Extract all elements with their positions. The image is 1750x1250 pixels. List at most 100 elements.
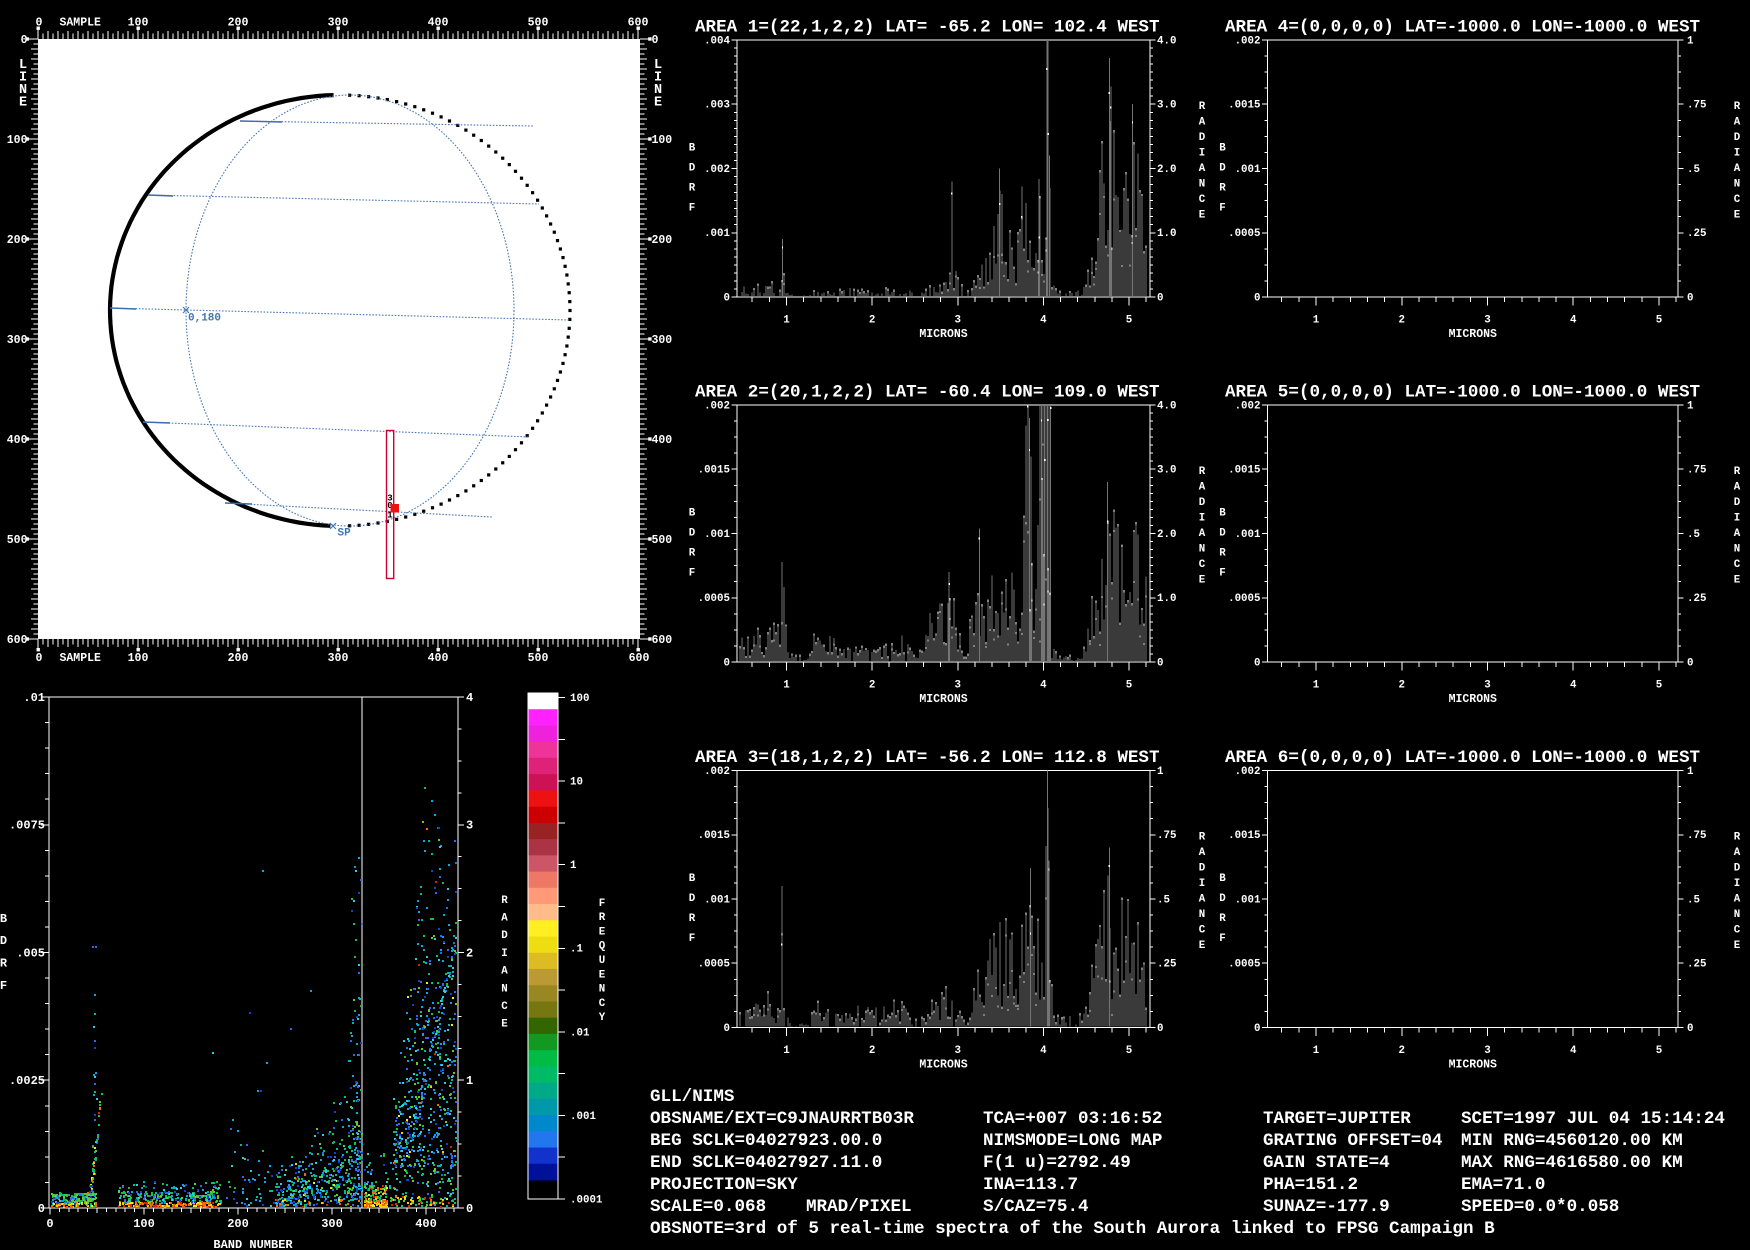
svg-text:400: 400 — [428, 17, 449, 30]
svg-text:I: I — [1734, 512, 1740, 524]
svg-text:.0015: .0015 — [698, 465, 730, 477]
svg-text:.1: .1 — [570, 944, 583, 956]
svg-text:.0015: .0015 — [1228, 830, 1260, 842]
svg-text:2: 2 — [1399, 1045, 1405, 1057]
svg-text:A: A — [501, 966, 508, 978]
svg-text:R: R — [1734, 831, 1741, 843]
svg-text:200: 200 — [652, 234, 673, 247]
svg-text:R: R — [1219, 182, 1226, 194]
svg-text:EMA=71.0: EMA=71.0 — [1461, 1175, 1545, 1195]
svg-text:500: 500 — [7, 534, 28, 547]
svg-text:5: 5 — [1126, 1045, 1132, 1057]
svg-text:END SCLK=04027927.11.0: END SCLK=04027927.11.0 — [650, 1153, 882, 1173]
svg-text:D: D — [1734, 862, 1741, 874]
svg-text:0: 0 — [46, 1217, 53, 1231]
svg-text:A: A — [1734, 893, 1741, 905]
svg-text:A: A — [1199, 528, 1206, 540]
svg-text:5: 5 — [1656, 315, 1662, 327]
svg-text:PHA=151.2: PHA=151.2 — [1263, 1175, 1358, 1195]
svg-text:C: C — [1199, 194, 1206, 206]
svg-text:GRATING OFFSET=04: GRATING OFFSET=04 — [1263, 1131, 1443, 1151]
svg-text:0: 0 — [1687, 657, 1693, 669]
svg-text:.75: .75 — [1687, 830, 1706, 842]
svg-text:0,180: 0,180 — [188, 313, 221, 325]
svg-text:GLL/NIMS: GLL/NIMS — [650, 1087, 735, 1107]
svg-text:E: E — [19, 96, 27, 111]
svg-text:100: 100 — [133, 1217, 155, 1231]
svg-text:A: A — [1199, 847, 1206, 859]
svg-text:0: 0 — [1687, 292, 1693, 304]
svg-text:0: 0 — [36, 17, 43, 30]
svg-text:U: U — [599, 955, 605, 967]
svg-text:.001: .001 — [704, 228, 730, 240]
svg-text:E: E — [599, 969, 606, 981]
svg-text:E: E — [599, 926, 606, 938]
svg-text:D: D — [1219, 893, 1226, 905]
svg-text:500: 500 — [652, 534, 673, 547]
svg-text:B: B — [1219, 142, 1226, 154]
svg-text:SP: SP — [338, 528, 352, 540]
svg-text:400: 400 — [428, 652, 449, 665]
svg-text:B: B — [689, 142, 696, 154]
svg-text:.5: .5 — [1687, 529, 1700, 541]
svg-text:OBSNAME/EXT=C9JNAURRTB03R: OBSNAME/EXT=C9JNAURRTB03R — [650, 1109, 914, 1129]
svg-text:F: F — [689, 202, 695, 214]
svg-text:SCALE=0.068: SCALE=0.068 — [650, 1197, 766, 1217]
svg-text:200: 200 — [228, 652, 249, 665]
svg-text:F: F — [599, 898, 605, 910]
svg-text:0: 0 — [1254, 1023, 1260, 1035]
svg-text:A: A — [1734, 481, 1741, 493]
svg-text:0: 0 — [724, 657, 730, 669]
svg-text:E: E — [1734, 940, 1741, 952]
svg-text:0: 0 — [652, 34, 659, 47]
svg-text:4: 4 — [1040, 1045, 1047, 1057]
svg-text:E: E — [501, 1019, 508, 1031]
svg-text:3: 3 — [955, 315, 961, 327]
svg-text:N: N — [501, 983, 507, 995]
svg-text:D: D — [689, 162, 696, 174]
svg-text:500: 500 — [528, 17, 549, 30]
svg-text:200: 200 — [228, 17, 249, 30]
svg-text:.001: .001 — [570, 1111, 596, 1123]
svg-text:0: 0 — [1254, 657, 1260, 669]
svg-text:F: F — [1219, 933, 1225, 945]
svg-text:B: B — [689, 507, 696, 519]
svg-text:.0005: .0005 — [1228, 228, 1260, 240]
svg-text:B: B — [689, 873, 696, 885]
svg-text:2: 2 — [1399, 680, 1405, 692]
svg-text:F(1 u)=2792.49: F(1 u)=2792.49 — [983, 1153, 1131, 1173]
svg-text:A: A — [1734, 116, 1741, 128]
svg-text:4: 4 — [1040, 680, 1047, 692]
svg-text:A: A — [1199, 481, 1206, 493]
svg-text:300: 300 — [652, 334, 673, 347]
svg-text:1: 1 — [1313, 680, 1320, 692]
svg-text:R: R — [1219, 913, 1226, 925]
svg-text:2: 2 — [869, 680, 875, 692]
svg-text:A: A — [1199, 893, 1206, 905]
svg-text:A: A — [501, 913, 508, 925]
svg-text:I: I — [1734, 147, 1740, 159]
svg-text:.0075: .0075 — [9, 819, 45, 833]
svg-text:1.0: 1.0 — [1157, 593, 1176, 605]
svg-text:S/CAZ=75.4: S/CAZ=75.4 — [983, 1197, 1089, 1217]
svg-text:R: R — [1199, 831, 1206, 843]
svg-text:2: 2 — [869, 315, 875, 327]
svg-text:5: 5 — [1656, 680, 1662, 692]
svg-text:.75: .75 — [1687, 465, 1706, 477]
svg-text:400: 400 — [7, 434, 28, 447]
svg-text:I: I — [1734, 878, 1740, 890]
svg-text:0: 0 — [1687, 1023, 1693, 1035]
svg-text:0: 0 — [724, 1023, 730, 1035]
svg-text:D: D — [1199, 497, 1206, 509]
svg-text:N: N — [1199, 178, 1205, 190]
svg-text:3: 3 — [955, 680, 961, 692]
svg-text:.5: .5 — [1687, 164, 1700, 176]
svg-text:B: B — [1219, 873, 1226, 885]
svg-text:AREA 4=(0,0,0,0) LAT=-1000.0 L: AREA 4=(0,0,0,0) LAT=-1000.0 LON=-1000.0… — [1225, 18, 1701, 38]
svg-text:0: 0 — [724, 292, 730, 304]
svg-text:D: D — [1219, 162, 1226, 174]
svg-text:.01: .01 — [23, 691, 45, 705]
svg-text:200: 200 — [227, 1217, 249, 1231]
svg-text:3: 3 — [1484, 315, 1490, 327]
svg-text:.75: .75 — [1157, 830, 1176, 842]
